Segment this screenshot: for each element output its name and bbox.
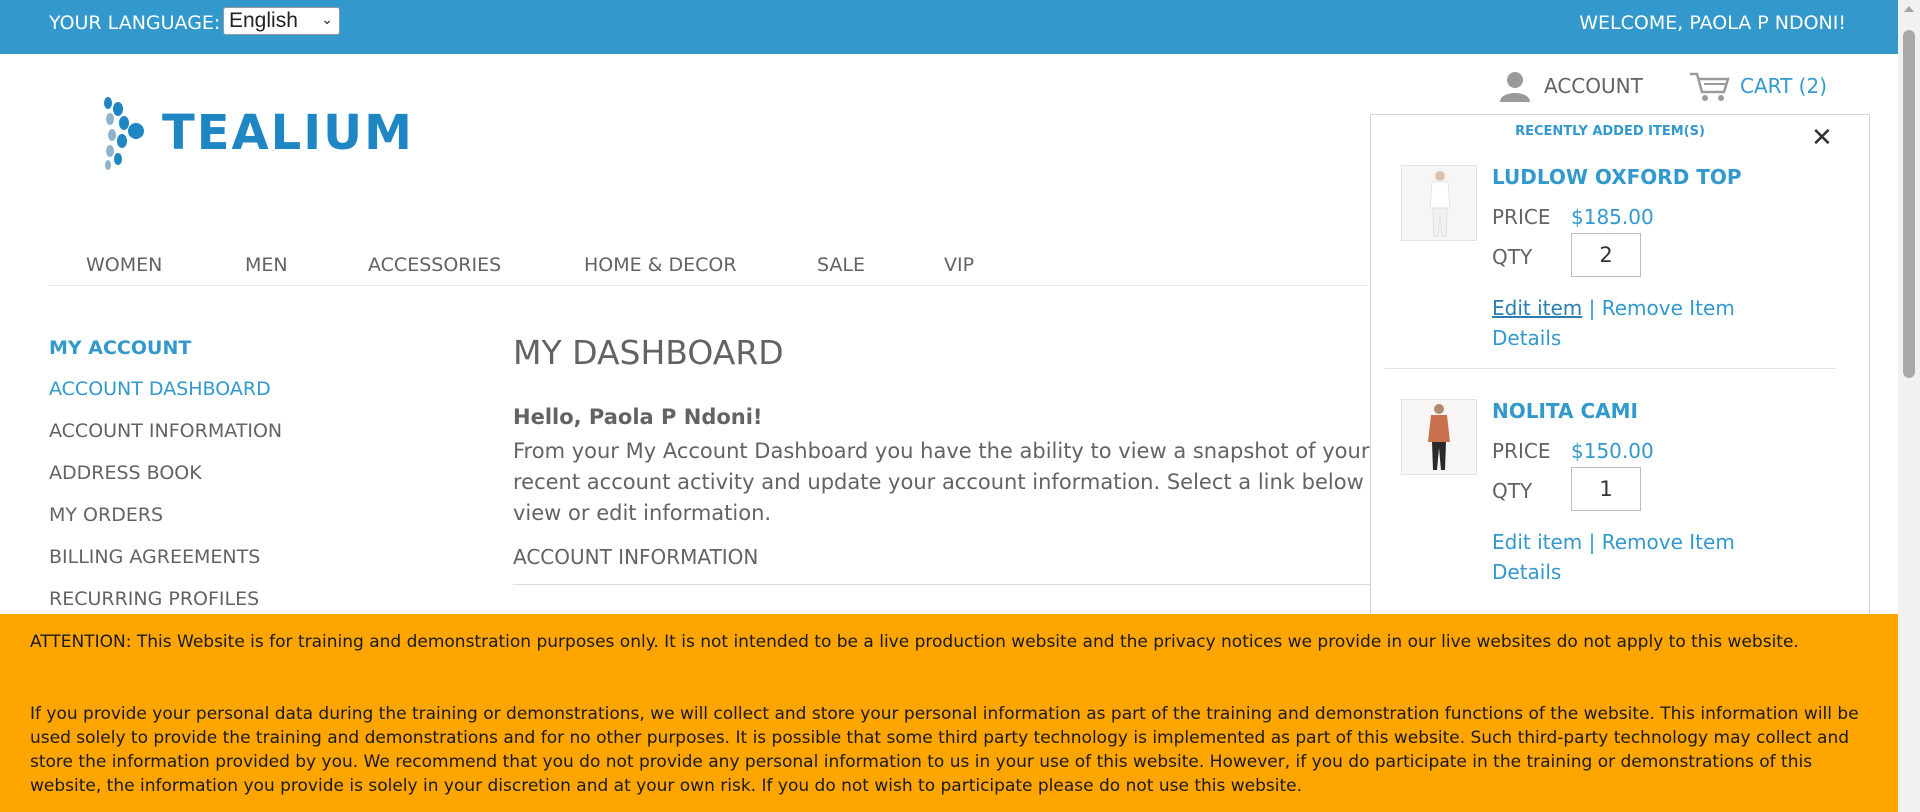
logo-mark-icon bbox=[104, 97, 144, 170]
product-thumbnail[interactable] bbox=[1401, 399, 1477, 475]
notice-paragraph-privacy: If you provide your personal data during… bbox=[30, 704, 1859, 796]
language-label: YOUR LANGUAGE: bbox=[49, 12, 221, 34]
scroll-thumb[interactable] bbox=[1903, 30, 1915, 378]
account-label: ACCOUNT bbox=[1544, 74, 1643, 98]
qty-input[interactable]: 2 bbox=[1571, 233, 1641, 277]
cart-item: NOLITA CAMI PRICE $150.00 QTY 1 Edit ite… bbox=[1401, 399, 1841, 599]
qty-input[interactable]: 1 bbox=[1571, 467, 1641, 511]
nav-item-accessories[interactable]: ACCESSORIES bbox=[368, 254, 501, 276]
nav-item-home-decor[interactable]: HOME & DECOR bbox=[584, 254, 737, 276]
cart-label: CART (2) bbox=[1740, 74, 1827, 98]
cart-item-actions: Edit item | Remove Item bbox=[1492, 530, 1735, 554]
site-logo[interactable]: TEALIUM bbox=[100, 95, 440, 175]
product-thumbnail[interactable] bbox=[1401, 165, 1477, 241]
cart-item-actions: Edit item | Remove Item bbox=[1492, 296, 1735, 320]
cart-item-price: $150.00 bbox=[1571, 439, 1654, 463]
sidebar-item-account-dashboard[interactable]: ACCOUNT DASHBOARD bbox=[49, 378, 271, 400]
user-icon bbox=[1500, 72, 1530, 102]
link-separator: | bbox=[1588, 296, 1596, 320]
cart-link[interactable]: CART (2) bbox=[1688, 70, 1827, 102]
cart-icon bbox=[1690, 72, 1730, 101]
details-link[interactable]: Details bbox=[1492, 326, 1561, 350]
remove-item-link[interactable]: Remove Item bbox=[1602, 530, 1735, 554]
nav-item-vip[interactable]: VIP bbox=[944, 254, 974, 276]
top-bar: YOUR LANGUAGE: English ⌄ WELCOME, PAOLA … bbox=[0, 0, 1898, 54]
cart-item: LUDLOW OXFORD TOP PRICE $185.00 QTY 2 Ed… bbox=[1401, 165, 1841, 365]
account-link[interactable]: ACCOUNT bbox=[1498, 70, 1643, 102]
demo-notice-banner: ATTENTION: This Website is for training … bbox=[0, 614, 1898, 812]
sidebar-item-my-orders[interactable]: MY ORDERS bbox=[49, 504, 163, 526]
cart-item-name[interactable]: NOLITA CAMI bbox=[1492, 399, 1638, 423]
sidebar-item-billing-agreements[interactable]: BILLING AGREEMENTS bbox=[49, 546, 260, 568]
sidebar-item-recurring-profiles[interactable]: RECURRING PROFILES bbox=[49, 588, 259, 610]
cart-item-divider bbox=[1385, 368, 1835, 369]
sidebar-item-address-book[interactable]: ADDRESS BOOK bbox=[49, 462, 202, 484]
account-information-heading: ACCOUNT INFORMATION bbox=[513, 545, 759, 569]
dashboard-intro: From your My Account Dashboard you have … bbox=[513, 439, 1392, 525]
nav-item-women[interactable]: WOMEN bbox=[86, 254, 162, 276]
link-separator: | bbox=[1588, 530, 1596, 554]
price-label: PRICE bbox=[1492, 205, 1551, 229]
cart-item-price: $185.00 bbox=[1571, 205, 1654, 229]
hello-message: Hello, Paola P Ndoni! bbox=[513, 405, 763, 429]
remove-item-link[interactable]: Remove Item bbox=[1602, 296, 1735, 320]
cart-dropdown: RECENTLY ADDED ITEM(S) ✕ LUDLOW OXFORD T… bbox=[1370, 114, 1870, 615]
details-link[interactable]: Details bbox=[1492, 560, 1561, 584]
cart-item-name[interactable]: LUDLOW OXFORD TOP bbox=[1492, 165, 1742, 189]
logo-text: TEALIUM bbox=[162, 105, 414, 161]
sidebar-title: MY ACCOUNT bbox=[49, 337, 192, 359]
page-scrollbar[interactable] bbox=[1898, 0, 1920, 812]
edit-item-link[interactable]: Edit item bbox=[1492, 296, 1582, 320]
product-image-cami bbox=[1402, 400, 1476, 474]
price-label: PRICE bbox=[1492, 439, 1551, 463]
welcome-message: WELCOME, PAOLA P NDONI! bbox=[1579, 12, 1846, 34]
main-navigation: WOMEN MEN ACCESSORIES HOME & DECOR SALE … bbox=[48, 235, 1368, 286]
notice-paragraph-attention: ATTENTION: This Website is for training … bbox=[30, 632, 1799, 652]
chevron-down-icon: ⌄ bbox=[321, 11, 333, 27]
scroll-up-arrow-icon[interactable] bbox=[1904, 6, 1914, 12]
sidebar-item-account-information[interactable]: ACCOUNT INFORMATION bbox=[49, 420, 282, 442]
product-image-white-top bbox=[1402, 166, 1476, 240]
qty-label: QTY bbox=[1492, 479, 1533, 503]
cart-dropdown-heading: RECENTLY ADDED ITEM(S) bbox=[1515, 124, 1705, 139]
nav-item-men[interactable]: MEN bbox=[245, 254, 288, 276]
language-select[interactable]: English ⌄ bbox=[223, 7, 340, 35]
section-divider bbox=[513, 584, 1373, 585]
edit-item-link[interactable]: Edit item bbox=[1492, 530, 1582, 554]
language-selected-value: English bbox=[229, 9, 298, 32]
qty-label: QTY bbox=[1492, 245, 1533, 269]
close-icon[interactable]: ✕ bbox=[1811, 123, 1833, 153]
nav-item-sale[interactable]: SALE bbox=[817, 254, 865, 276]
page-title: MY DASHBOARD bbox=[513, 333, 784, 372]
